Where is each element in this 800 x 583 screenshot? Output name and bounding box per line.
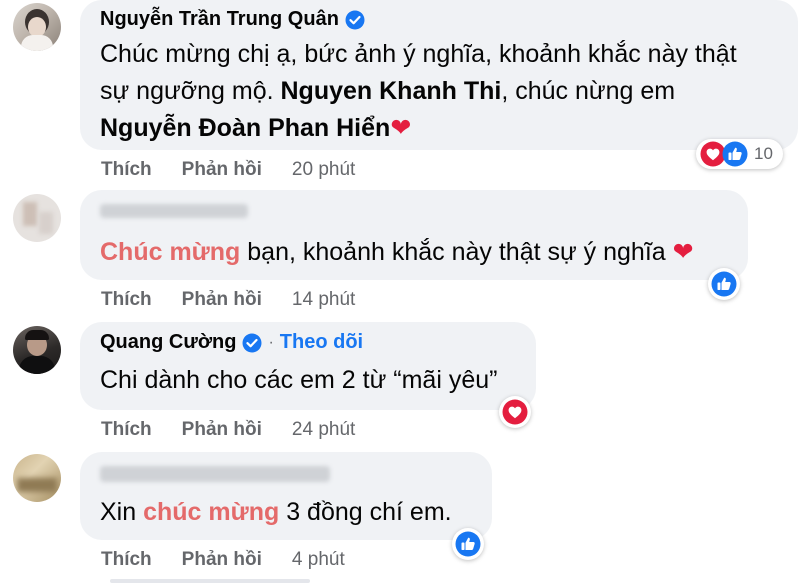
text-segment: , chúc nừng em [501, 77, 676, 105]
love-reaction-icon [502, 399, 528, 425]
comment-bubble: Nguyễn Trần Trung Quân Chúc mừng chị ạ, … [80, 0, 798, 150]
like-action[interactable]: Thích [101, 419, 152, 441]
avatar[interactable] [13, 194, 61, 242]
comment-actions: Thích Phản hồi 14 phút [101, 289, 355, 311]
comment-2: Chúc mừng bạn, khoảnh khắc này thật sự ý… [0, 190, 800, 315]
heart-emoji-icon: ❤ [390, 114, 412, 142]
avatar[interactable] [13, 326, 61, 374]
mentioned-user[interactable]: Nguyễn Đoàn Phan Hiển [100, 114, 390, 142]
like-action[interactable]: Thích [101, 159, 152, 181]
like-reaction-icon [722, 141, 748, 167]
comment-text-line: Chi dành cho các em 2 từ “mãi yêu” [100, 362, 497, 399]
comment-text-line: Nguyễn Đoàn Phan Hiển❤ [100, 110, 737, 147]
reply-action[interactable]: Phản hồi [182, 289, 262, 311]
reaction-summary[interactable] [452, 528, 484, 560]
reaction-summary[interactable]: 10 [696, 139, 783, 169]
comment-text-line: Chúc mừng chị ạ, bức ảnh ý nghĩa, khoảnh… [100, 36, 737, 73]
comment-text: Chúc mừng chị ạ, bức ảnh ý nghĩa, khoảnh… [100, 36, 737, 147]
comment-actions: Thích Phản hồi 4 phút [101, 549, 345, 571]
comment-4: Xin chúc mừng 3 đồng chí em. Thích Phản … [0, 452, 800, 583]
reaction-summary[interactable] [708, 268, 740, 300]
comment-actions: Thích Phản hồi 20 phút [101, 159, 355, 181]
heart-emoji-icon: ❤ [672, 238, 694, 266]
separator-dot: · [268, 333, 274, 351]
comment-actions: Thích Phản hồi 24 phút [101, 419, 355, 441]
comment-author[interactable]: Nguyễn Trần Trung Quân [100, 8, 339, 31]
highlighted-text: Chúc mừng [100, 238, 241, 266]
text-segment: bạn, khoảnh khắc này thật sự ý nghĩa [240, 238, 673, 266]
comment-time[interactable]: 14 phút [292, 289, 355, 311]
comment-bubble: Chúc mừng bạn, khoảnh khắc này thật sự ý… [80, 190, 748, 280]
comment-author-row: Nguyễn Trần Trung Quân [100, 8, 365, 31]
avatar[interactable] [13, 454, 61, 502]
comment-text: Chúc mừng bạn, khoảnh khắc này thật sự ý… [100, 234, 694, 271]
verified-badge-icon [345, 10, 365, 30]
comment-author-row: Quang Cường · Theo dõi [100, 331, 363, 354]
comment-text-line: Chúc mừng bạn, khoảnh khắc này thật sự ý… [100, 234, 694, 271]
hidden-author-name [100, 466, 330, 482]
comment-author[interactable]: Quang Cường [100, 331, 236, 354]
hidden-author-name [100, 204, 248, 218]
text-segment: Chi dành cho các em 2 từ “mãi yêu” [100, 366, 498, 394]
like-reaction-icon [455, 531, 481, 557]
text-segment: sự ngưỡng mộ. [100, 77, 281, 105]
highlighted-text: chúc mừng [143, 498, 280, 526]
like-action[interactable]: Thích [101, 289, 152, 311]
comment-1: Nguyễn Trần Trung Quân Chúc mừng chị ạ, … [0, 0, 800, 185]
bottom-divider [110, 579, 310, 583]
follow-button[interactable]: Theo dõi [280, 331, 363, 354]
reaction-count: 10 [754, 144, 773, 163]
reply-action[interactable]: Phản hồi [182, 549, 262, 571]
reply-action[interactable]: Phản hồi [182, 159, 262, 181]
comment-time[interactable]: 20 phút [292, 159, 355, 181]
like-action[interactable]: Thích [101, 549, 152, 571]
avatar[interactable] [13, 3, 61, 51]
reply-action[interactable]: Phản hồi [182, 419, 262, 441]
reaction-summary[interactable] [499, 396, 531, 428]
comment-text: Xin chúc mừng 3 đồng chí em. [100, 494, 452, 531]
comment-time[interactable]: 4 phút [292, 549, 345, 571]
comment-3: Quang Cường · Theo dõi Chi dành cho các … [0, 322, 800, 447]
comment-time[interactable]: 24 phút [292, 419, 355, 441]
comment-text: Chi dành cho các em 2 từ “mãi yêu” [100, 362, 497, 399]
text-segment: Xin [100, 498, 144, 526]
mentioned-user[interactable]: Nguyen Khanh Thi [281, 77, 502, 105]
comment-bubble: Xin chúc mừng 3 đồng chí em. [80, 452, 492, 540]
verified-badge-icon [242, 333, 262, 353]
comment-text-line: Xin chúc mừng 3 đồng chí em. [100, 494, 452, 531]
text-segment: 3 đồng chí em. [279, 498, 452, 526]
text-segment: Chúc mừng chị ạ, bức ảnh ý nghĩa, khoảnh… [100, 40, 737, 68]
comment-bubble: Quang Cường · Theo dõi Chi dành cho các … [80, 322, 536, 410]
like-reaction-icon [711, 271, 737, 297]
comment-text-line: sự ngưỡng mộ. Nguyen Khanh Thi, chúc nừn… [100, 73, 737, 110]
